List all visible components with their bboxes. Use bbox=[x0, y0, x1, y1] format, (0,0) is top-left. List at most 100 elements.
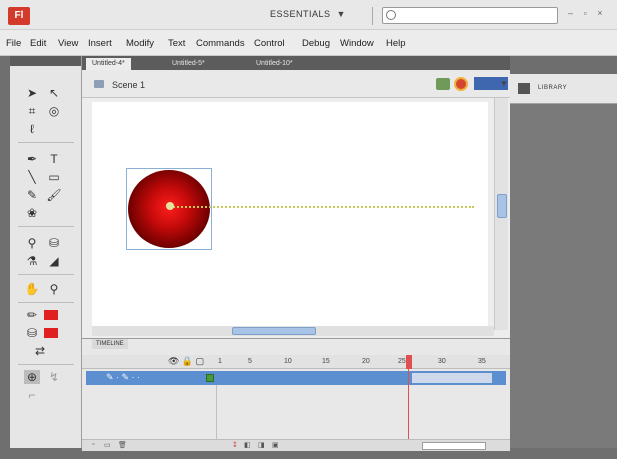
workspace-switcher[interactable]: ESSENTIALS ▼ bbox=[270, 9, 346, 19]
selection-tool-icon[interactable]: ➤ bbox=[24, 86, 40, 100]
title-bar: Fl ESSENTIALS ▼ – ▫ × bbox=[0, 0, 617, 30]
onion-skin-outlines-icon[interactable]: ◨ bbox=[258, 441, 265, 449]
subselection-tool-icon[interactable]: ↖ bbox=[46, 86, 62, 100]
line-tool-icon[interactable]: ╲ bbox=[24, 170, 40, 184]
bone-tool-icon[interactable]: ⚲ bbox=[24, 236, 40, 250]
tools-panel-header[interactable] bbox=[10, 56, 81, 66]
menu-window[interactable]: Window bbox=[340, 38, 374, 49]
brush-tool-icon[interactable]: 🖌 bbox=[46, 188, 62, 202]
3d-rotation-tool-icon[interactable]: ◎ bbox=[46, 104, 62, 118]
chevron-down-icon: ▼ bbox=[336, 9, 346, 19]
tool-divider bbox=[18, 302, 74, 303]
center-frame-icon[interactable]: ↧ bbox=[232, 441, 238, 449]
edit-bar: Scene 1 ▼ bbox=[82, 70, 510, 98]
layer-panel-divider bbox=[216, 385, 217, 439]
timeline-panel: TIMELINE 👁 🔒 ▢ 1 5 10 15 20 25 30 35 ✎ ·… bbox=[82, 338, 510, 451]
menu-control[interactable]: Control bbox=[254, 38, 285, 49]
layer-row[interactable]: ✎ · ✎ · · bbox=[86, 371, 506, 385]
menu-modify[interactable]: Modify bbox=[126, 38, 154, 49]
scene-icon[interactable] bbox=[94, 80, 104, 88]
text-tool-icon[interactable]: T bbox=[46, 152, 62, 166]
scene-label[interactable]: Scene 1 bbox=[112, 80, 145, 90]
menu-commands[interactable]: Commands bbox=[196, 38, 245, 49]
pencil-tool-icon[interactable]: ✎ bbox=[24, 188, 40, 202]
motion-tween-path[interactable] bbox=[170, 206, 474, 208]
tween-span[interactable] bbox=[412, 373, 492, 383]
library-label: LIBRARY bbox=[538, 85, 568, 91]
layer-visibility-lock-outline-icons[interactable]: 👁 🔒 ▢ bbox=[168, 356, 204, 367]
deco-tool-icon[interactable]: ❀ bbox=[24, 206, 40, 220]
keyframe-icon[interactable] bbox=[206, 374, 214, 382]
fill-color-swatch[interactable] bbox=[44, 328, 58, 338]
edit-symbols-icon[interactable] bbox=[454, 77, 468, 91]
layer-icons: ✎ · ✎ · · bbox=[106, 372, 141, 382]
toolbar-divider bbox=[372, 7, 373, 25]
snap-to-objects-icon[interactable]: ⊕ bbox=[24, 370, 40, 384]
app-logo: Fl bbox=[8, 7, 30, 25]
playhead-handle[interactable] bbox=[406, 355, 412, 369]
swap-colors-icon[interactable]: ⇄ bbox=[32, 344, 48, 358]
timeline-ruler[interactable]: 👁 🔒 ▢ 1 5 10 15 20 25 30 35 bbox=[82, 355, 510, 369]
zoom-tool-icon[interactable]: ⚲ bbox=[46, 282, 62, 296]
timeline-footer: ▫ ▭ 🗑 ↧ ◧ ◨ ▣ bbox=[82, 439, 510, 451]
window-controls[interactable]: – ▫ × bbox=[568, 8, 606, 18]
menu-bar: File Edit View Insert Modify Text Comman… bbox=[0, 30, 617, 56]
onion-skin-icon[interactable]: ◧ bbox=[244, 441, 251, 449]
rectangle-tool-icon[interactable]: ▭ bbox=[46, 170, 62, 184]
hand-tool-icon[interactable]: ✋ bbox=[24, 282, 40, 296]
menu-debug[interactable]: Debug bbox=[302, 38, 330, 49]
stage-area bbox=[82, 98, 510, 338]
doc-tab-3[interactable]: Untitled-10* bbox=[250, 58, 299, 70]
frame-number: 10 bbox=[284, 358, 292, 365]
menu-edit[interactable]: Edit bbox=[30, 38, 46, 49]
frame-number: 20 bbox=[362, 358, 370, 365]
fill-color-icon: ⛁ bbox=[26, 326, 38, 340]
menu-file[interactable]: File bbox=[6, 38, 21, 49]
library-panel-body[interactable] bbox=[510, 104, 617, 448]
vertical-scrollbar[interactable] bbox=[494, 98, 508, 330]
workspace-label: ESSENTIALS bbox=[270, 9, 331, 19]
new-layer-icon[interactable]: ▫ bbox=[92, 441, 94, 448]
tool-divider bbox=[18, 274, 74, 275]
new-folder-icon[interactable]: ▭ bbox=[104, 441, 111, 449]
menu-text[interactable]: Text bbox=[168, 38, 185, 49]
eraser-tool-icon[interactable]: ◢ bbox=[46, 254, 62, 268]
paint-bucket-tool-icon[interactable]: ⛁ bbox=[46, 236, 62, 250]
menu-view[interactable]: View bbox=[58, 38, 78, 49]
eyedropper-tool-icon[interactable]: ⚗ bbox=[24, 254, 40, 268]
stroke-color-swatch[interactable] bbox=[44, 310, 58, 320]
lasso-tool-icon[interactable]: ℓ bbox=[24, 122, 40, 136]
vertical-scroll-thumb[interactable] bbox=[497, 194, 507, 218]
horizontal-scroll-thumb[interactable] bbox=[232, 327, 316, 335]
playhead-line bbox=[408, 369, 409, 443]
frame-number: 30 bbox=[438, 358, 446, 365]
search-input[interactable] bbox=[382, 7, 558, 24]
stroke-color-icon: ✏ bbox=[26, 308, 38, 322]
straighten-icon[interactable]: ⌐ bbox=[24, 388, 40, 402]
tool-divider bbox=[18, 142, 74, 143]
menu-insert[interactable]: Insert bbox=[88, 38, 112, 49]
horizontal-scrollbar[interactable] bbox=[92, 326, 494, 336]
library-panel-header[interactable]: LIBRARY bbox=[510, 74, 617, 104]
doc-tab-2[interactable]: Untitled-5* bbox=[166, 58, 211, 70]
timeline-tab[interactable]: TIMELINE bbox=[92, 339, 128, 349]
pen-tool-icon[interactable]: ✒ bbox=[24, 152, 40, 166]
edit-scene-icon[interactable] bbox=[436, 78, 450, 90]
doc-tab-1[interactable]: Untitled-4* bbox=[86, 58, 131, 70]
library-icon bbox=[518, 83, 530, 94]
tool-divider bbox=[18, 364, 74, 365]
timeline-horizontal-scrollbar[interactable] bbox=[422, 442, 486, 450]
frame-number: 25 bbox=[398, 358, 406, 365]
stage[interactable] bbox=[92, 102, 488, 328]
free-transform-tool-icon[interactable]: ⌗ bbox=[24, 104, 40, 118]
document-tabs: Untitled-4* Untitled-5* Untitled-10* bbox=[82, 56, 510, 70]
tools-panel: ➤ ↖ ⌗ ◎ ℓ ✒ T ╲ ▭ ✎ 🖌 ❀ ⚲ ⛁ ⚗ ◢ ✋ ⚲ ✏ ⛁ … bbox=[10, 56, 82, 448]
delete-layer-icon[interactable]: 🗑 bbox=[118, 441, 127, 449]
motion-path-anchor[interactable] bbox=[166, 202, 174, 210]
tool-divider bbox=[18, 226, 74, 227]
menu-help[interactable]: Help bbox=[386, 38, 406, 49]
chevron-down-icon[interactable]: ▼ bbox=[500, 79, 508, 88]
smooth-icon[interactable]: ↯ bbox=[46, 370, 62, 384]
frame-number: 1 bbox=[218, 358, 222, 365]
edit-multiple-frames-icon[interactable]: ▣ bbox=[272, 441, 279, 449]
